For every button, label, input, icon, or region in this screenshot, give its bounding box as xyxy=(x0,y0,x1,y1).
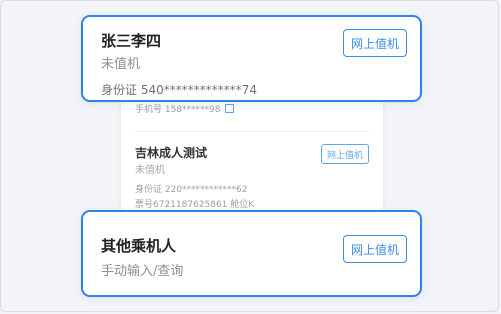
online-checkin-button[interactable]: 网上值机 xyxy=(343,235,407,263)
other-passenger-title: 其他乘机人 xyxy=(101,237,177,255)
passenger-name: 张三李四 xyxy=(101,32,162,50)
online-checkin-button[interactable]: 网上值机 xyxy=(343,29,407,57)
phone-text: 手机号 158******98 xyxy=(135,105,221,115)
selected-passenger-card[interactable]: 张三李四 未值机 身份证 540*************74 网上值机 xyxy=(81,15,422,102)
manual-input-label: 手动输入/查询 xyxy=(101,264,184,279)
online-checkin-button[interactable]: 网上值机 xyxy=(321,144,369,164)
ticket-number: 票号6721187625861 舱位K xyxy=(135,200,255,210)
passenger-name: 吉林成人测试 xyxy=(135,146,208,160)
id-number: 身份证 540*************74 xyxy=(101,83,257,97)
phone-line: 手机号 158******98 xyxy=(135,102,234,115)
divider xyxy=(135,131,369,132)
checkin-status: 未值机 xyxy=(135,165,165,176)
id-number: 身份证 220************62 xyxy=(135,185,248,195)
edit-icon[interactable] xyxy=(224,104,234,113)
other-passenger-card[interactable]: 其他乘机人 手动输入/查询 网上值机 xyxy=(81,210,422,297)
checkin-status: 未值机 xyxy=(101,57,141,72)
